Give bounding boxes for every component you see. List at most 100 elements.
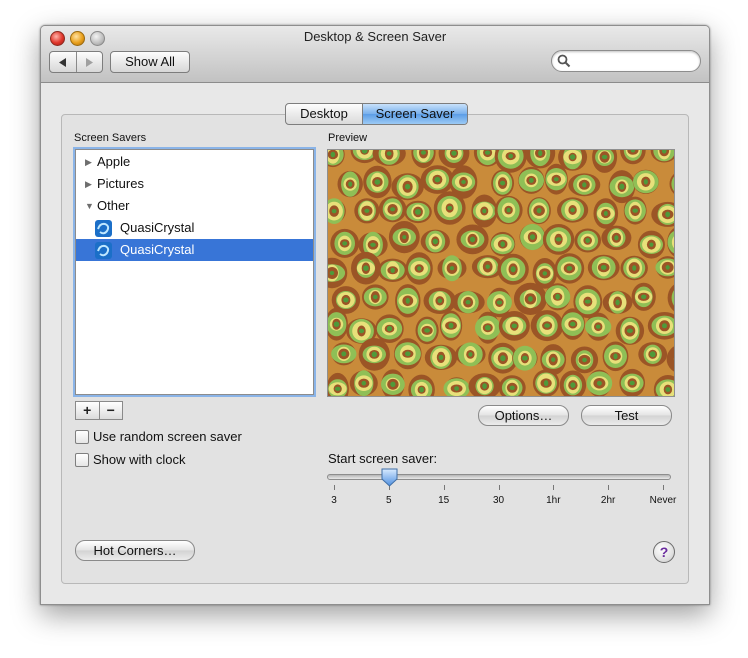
pattern-ring [570, 207, 575, 213]
pattern-ring [329, 270, 335, 276]
pattern-ring [419, 386, 424, 393]
pattern-ring [437, 298, 442, 304]
pattern-ring [500, 241, 505, 247]
list-item-quasicrystal[interactable]: QuasiCrystal [76, 217, 313, 239]
pattern-ring [361, 380, 367, 386]
pattern-ring [484, 325, 491, 331]
title-bar: Desktop & Screen Saver Show All [41, 26, 709, 83]
pattern-ring [468, 352, 473, 357]
checkbox-box[interactable] [75, 429, 89, 444]
pattern-ring [330, 151, 336, 158]
start-time-slider-track[interactable] [327, 474, 671, 480]
pattern-ring [665, 265, 670, 270]
random-screen-saver-checkbox[interactable]: Use random screen saver [75, 429, 242, 444]
screen-saver-preview [327, 149, 675, 397]
pattern-ring [372, 294, 378, 300]
pattern-ring [544, 323, 550, 328]
list-item-quasicrystal-selected[interactable]: QuasiCrystal [76, 239, 313, 261]
slider-tick-label: 1hr [546, 495, 561, 506]
pattern-ring [536, 207, 542, 214]
pattern-ring [566, 266, 573, 271]
start-screen-saver-label: Start screen saver: [328, 451, 438, 466]
pattern-ring [569, 154, 576, 160]
back-arrow-icon [58, 57, 66, 67]
pattern-ring [570, 382, 576, 388]
pattern-ring [603, 211, 608, 216]
options-button[interactable]: Options… [478, 405, 569, 426]
show-clock-checkbox[interactable]: Show with clock [75, 452, 185, 467]
pattern-ring [506, 207, 511, 213]
pattern-ring [543, 380, 549, 387]
pattern-ring [629, 380, 635, 386]
slider-thumb[interactable] [381, 468, 398, 487]
pattern-ring [465, 300, 471, 305]
search-input[interactable] [574, 53, 696, 70]
pattern-ring [496, 300, 503, 305]
pattern-ring [641, 294, 647, 299]
show-all-button[interactable]: Show All [110, 51, 190, 73]
pattern-ring [643, 179, 648, 185]
remove-button[interactable]: − [100, 402, 123, 419]
search-field[interactable] [551, 50, 701, 72]
pattern-ring [662, 323, 667, 329]
checkbox-box[interactable] [75, 452, 89, 467]
pattern-ring [632, 265, 637, 271]
slider-tick [608, 485, 610, 490]
disclosure-triangle-icon[interactable]: ▶ [85, 151, 92, 173]
list-item-apple[interactable]: ▶ Apple [76, 151, 313, 173]
pattern-ring [584, 299, 591, 304]
pattern-ring [553, 177, 559, 182]
pattern-ring [434, 176, 441, 183]
slider-tick-label: 30 [492, 495, 505, 506]
test-button[interactable]: Test [581, 405, 672, 426]
forward-button[interactable] [77, 52, 103, 72]
pattern-ring [649, 351, 656, 358]
pattern-ring [600, 265, 607, 270]
pattern-ring [342, 241, 348, 246]
pattern-ring [529, 234, 536, 240]
tab-bar: Desktop Screen Saver [285, 103, 468, 125]
checkbox-label: Use random screen saver [93, 429, 242, 444]
tab-desktop[interactable]: Desktop [286, 104, 363, 124]
disclosure-triangle-open-icon[interactable]: ▼ [85, 195, 94, 217]
add-button[interactable]: + [76, 402, 100, 419]
list-item-pictures[interactable]: ▶ Pictures [76, 173, 313, 195]
pattern-ring [371, 351, 377, 358]
pattern-ring [415, 209, 421, 215]
slider-tick [553, 485, 555, 490]
pattern-ring [508, 153, 513, 159]
list-item-other[interactable]: ▼ Other [76, 195, 313, 217]
pattern-ring [461, 180, 466, 184]
pattern-ring [665, 387, 671, 392]
pattern-ring [417, 266, 422, 271]
pattern-ring [390, 267, 395, 273]
pattern-ring [390, 207, 396, 212]
slider-tick-label: 5 [386, 495, 392, 506]
disclosure-triangle-icon[interactable]: ▶ [85, 173, 92, 195]
pattern-ring [363, 265, 369, 271]
slider-tick-label: 2hr [600, 495, 616, 506]
slider-tick [334, 485, 335, 490]
pattern-ring [449, 266, 455, 271]
pattern-ring [613, 353, 618, 360]
help-button[interactable]: ? [653, 541, 675, 563]
pattern-ring [614, 235, 619, 241]
pattern-ring [358, 328, 365, 334]
pattern-ring [596, 380, 602, 386]
preferences-window: Desktop & Screen Saver Show All Desktop … [40, 25, 710, 605]
pattern-ring [511, 323, 518, 329]
back-button[interactable] [50, 52, 77, 72]
pattern-ring [615, 299, 620, 306]
slider-tick-label: 3 [331, 495, 337, 506]
pattern-ring [386, 325, 393, 332]
list-item-label: Other [97, 198, 130, 213]
pattern-ring [370, 242, 376, 247]
hot-corners-button[interactable]: Hot Corners… [75, 540, 195, 561]
pattern-ring [555, 293, 560, 300]
tab-screen-saver[interactable]: Screen Saver [363, 104, 467, 124]
pattern-ring [405, 351, 411, 357]
pattern-ring [333, 321, 340, 327]
pattern-ring [331, 209, 337, 214]
slider-tick [663, 485, 664, 490]
screen-saver-list[interactable]: ▶ Apple ▶ Pictures ▼ Other QuasiCrystal … [75, 149, 314, 395]
